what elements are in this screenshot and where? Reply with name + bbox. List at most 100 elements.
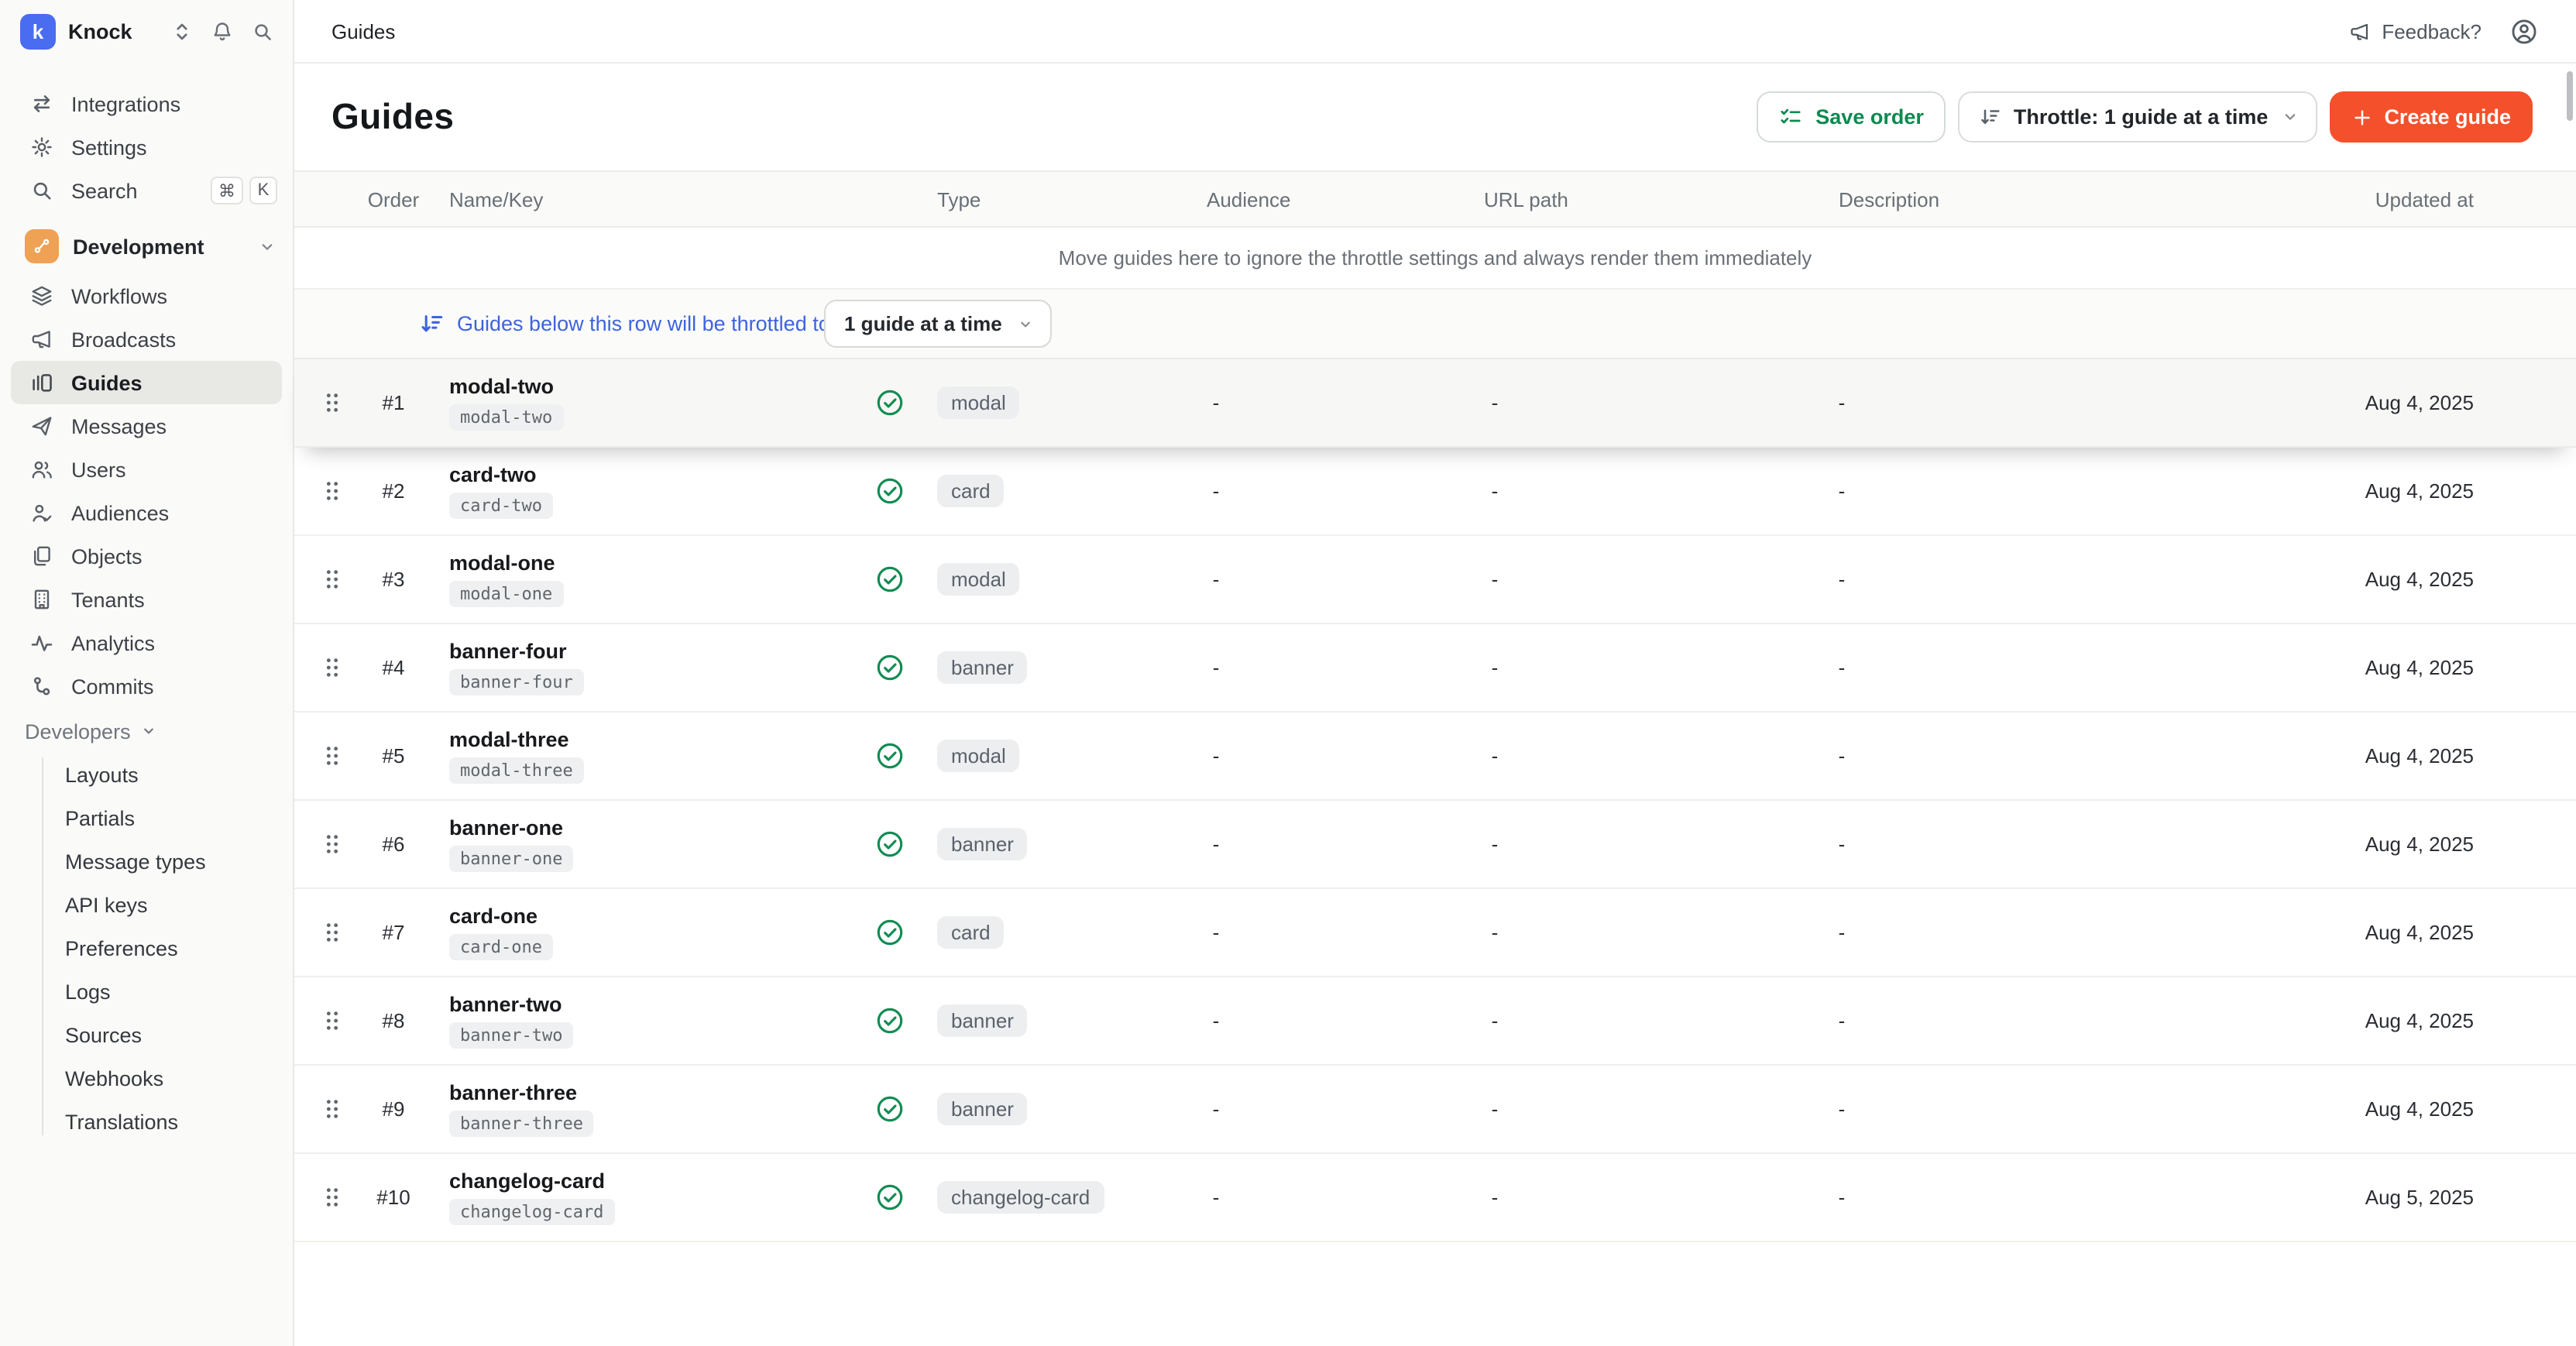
drag-handle-icon[interactable] <box>322 1184 342 1210</box>
developers-section-toggle[interactable]: Developers <box>11 709 282 753</box>
guide-name[interactable]: modal-one <box>449 551 555 575</box>
sidebar-item-guides[interactable]: Guides <box>11 361 282 404</box>
sidebar-item-partials[interactable]: Partials <box>42 796 293 840</box>
guide-name[interactable]: banner-one <box>449 816 563 840</box>
row-order: #10 <box>362 1186 424 1209</box>
drag-handle-icon[interactable] <box>322 478 342 504</box>
sidebar-item-settings[interactable]: Settings <box>11 125 282 169</box>
throttle-divider-row: Guides below this row will be throttled … <box>294 290 2576 359</box>
sidebar-item-message-types[interactable]: Message types <box>42 840 293 883</box>
url-path-value: - <box>1479 1186 1510 1209</box>
kbd-k: K <box>249 177 277 204</box>
guides-table: Order Name/Key Type Audience URL path De… <box>294 170 2576 1242</box>
sidebar-item-workflows[interactable]: Workflows <box>11 274 282 318</box>
sidebar-item-commits[interactable]: Commits <box>11 664 282 708</box>
guide-name[interactable]: modal-two <box>449 375 554 398</box>
search-shortcut: ⌘ K <box>211 177 277 204</box>
sidebar-item-messages[interactable]: Messages <box>11 404 282 448</box>
guide-name[interactable]: card-one <box>449 905 538 928</box>
save-order-label: Save order <box>1815 105 1924 129</box>
guide-key-badge: banner-three <box>449 1111 594 1137</box>
updated-at-value: Aug 4, 2025 <box>2365 391 2474 414</box>
sidebar-item-logs[interactable]: Logs <box>42 970 293 1013</box>
guide-name[interactable]: banner-three <box>449 1081 577 1104</box>
sidebar-item-label: Users <box>71 458 126 481</box>
sidebar-item-translations[interactable]: Translations <box>42 1100 293 1143</box>
table-row[interactable]: #9 banner-three banner-three banner - - … <box>294 1066 2576 1154</box>
table-row[interactable]: #8 banner-two banner-two banner - - - Au… <box>294 977 2576 1066</box>
sidebar-item-objects[interactable]: Objects <box>11 534 282 578</box>
updated-at-value: Aug 4, 2025 <box>2365 656 2474 679</box>
drag-handle-icon[interactable] <box>322 1008 342 1034</box>
sidebar-item-analytics[interactable]: Analytics <box>11 621 282 664</box>
sidebar-item-preferences[interactable]: Preferences <box>42 926 293 970</box>
table-row[interactable]: #3 modal-one modal-one modal - - - Aug 4… <box>294 536 2576 624</box>
throttle-amount-dropdown[interactable]: 1 guide at a time <box>824 300 1052 348</box>
column-header-updated-at: Updated at <box>2375 187 2474 211</box>
sidebar-item-tenants[interactable]: Tenants <box>11 578 282 621</box>
sidebar-item-users[interactable]: Users <box>11 448 282 491</box>
workspace-switcher[interactable]: k Knock <box>0 0 293 64</box>
drag-handle-icon[interactable] <box>322 390 342 416</box>
drag-handle-icon[interactable] <box>322 919 342 946</box>
sidebar-item-sources[interactable]: Sources <box>42 1013 293 1056</box>
table-row[interactable]: #6 banner-one banner-one banner - - - Au… <box>294 801 2576 889</box>
notifications-bell-icon[interactable] <box>211 20 234 43</box>
drag-handle-icon[interactable] <box>322 743 342 769</box>
audience-value: - <box>1200 744 1231 767</box>
description-value: - <box>1826 1009 1857 1032</box>
drag-handle-icon[interactable] <box>322 831 342 857</box>
chevron-down-icon <box>1016 314 1035 333</box>
app-window: k Knock Integrations <box>0 0 2576 1346</box>
guide-name[interactable]: banner-four <box>449 640 567 663</box>
sidebar-item-label: Layouts <box>65 763 139 786</box>
throttle-divider-text: Guides below this row will be throttled … <box>457 312 830 335</box>
guide-name[interactable]: banner-two <box>449 993 562 1016</box>
sidebar-item-integrations[interactable]: Integrations <box>11 82 282 125</box>
column-header-type: Type <box>937 187 981 211</box>
drag-handle-icon[interactable] <box>322 654 342 681</box>
guide-name[interactable]: card-two <box>449 463 537 486</box>
sidebar-item-webhooks[interactable]: Webhooks <box>42 1056 293 1100</box>
table-row[interactable]: #2 card-two card-two card - - - Aug 4, 2… <box>294 448 2576 536</box>
row-order: #7 <box>362 921 424 944</box>
feedback-button[interactable]: Feedback? <box>2348 19 2482 43</box>
layers-icon <box>28 283 54 308</box>
search-icon[interactable] <box>251 20 274 43</box>
sidebar-item-label: Broadcasts <box>71 328 176 351</box>
table-row[interactable]: #5 modal-three modal-three modal - - - A… <box>294 712 2576 801</box>
collapse-sidebar-icon[interactable] <box>170 20 194 43</box>
guide-name[interactable]: modal-three <box>449 728 569 751</box>
sidebar-item-search[interactable]: Search ⌘ K <box>11 169 282 212</box>
table-row[interactable]: #10 changelog-card changelog-card change… <box>294 1154 2576 1242</box>
guide-name[interactable]: changelog-card <box>449 1169 605 1193</box>
guide-key-badge: modal-two <box>449 404 563 431</box>
updated-at-value: Aug 4, 2025 <box>2365 833 2474 856</box>
environment-switcher[interactable]: Development <box>11 223 282 270</box>
scrollbar-thumb[interactable] <box>2567 71 2573 121</box>
guide-key-badge: card-two <box>449 493 553 519</box>
sidebar-item-broadcasts[interactable]: Broadcasts <box>11 318 282 361</box>
sidebar-item-layouts[interactable]: Layouts <box>42 753 293 796</box>
sidebar-item-label: Partials <box>65 806 135 829</box>
user-avatar-icon[interactable] <box>2509 16 2539 46</box>
throttle-dropdown-button[interactable]: Throttle: 1 guide at a time <box>1958 91 2318 142</box>
sidebar-item-audiences[interactable]: Audiences <box>11 491 282 534</box>
chevron-down-icon <box>257 236 277 256</box>
drag-handle-icon[interactable] <box>322 1096 342 1122</box>
sidebar-item-label: Tenants <box>71 588 145 611</box>
type-badge: banner <box>937 828 1028 860</box>
save-order-button[interactable]: Save order <box>1757 91 1946 142</box>
url-path-value: - <box>1479 656 1510 679</box>
table-row[interactable]: #1 modal-two modal-two modal - - - Aug 4… <box>294 359 2576 448</box>
type-badge: changelog-card <box>937 1181 1104 1214</box>
table-row[interactable]: #4 banner-four banner-four banner - - - … <box>294 624 2576 712</box>
ignore-throttle-dropzone[interactable]: Move guides here to ignore the throttle … <box>294 228 2576 290</box>
drag-handle-icon[interactable] <box>322 566 342 592</box>
create-guide-button[interactable]: Create guide <box>2330 91 2533 142</box>
sidebar-item-api-keys[interactable]: API keys <box>42 883 293 926</box>
status-check-icon <box>874 916 906 949</box>
sidebar-item-label: Messages <box>71 414 167 438</box>
table-row[interactable]: #7 card-one card-one card - - - Aug 4, 2… <box>294 889 2576 977</box>
column-header-url-path: URL path <box>1484 187 1568 211</box>
